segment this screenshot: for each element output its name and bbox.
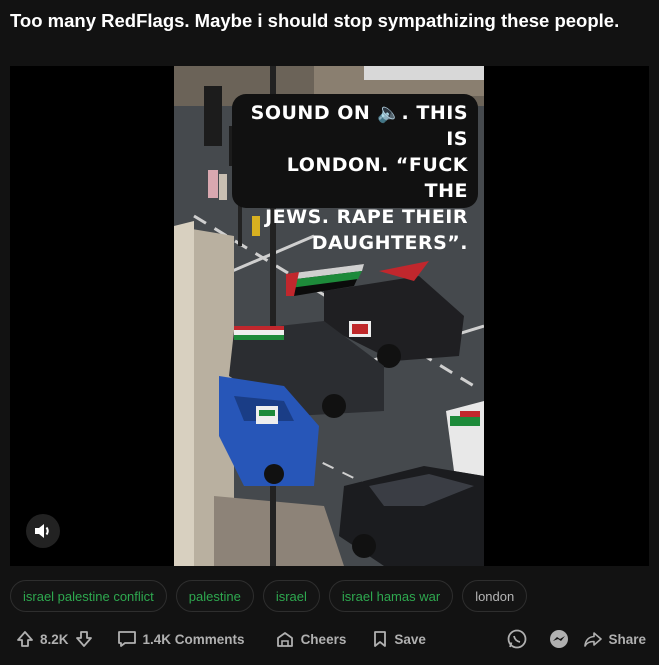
tag-chip[interactable]: israel palestine conflict [10,580,167,612]
video-frame[interactable]: SOUND ON 🔈. THIS IS LONDON. “FUCK THE JE… [174,66,484,566]
tag-chip[interactable]: london [462,580,528,612]
speaker-icon [35,524,49,538]
action-bar: 8.2K 1.4K Comments Cheers Save Share [16,626,646,652]
whatsapp-icon[interactable] [506,628,528,650]
save-button[interactable]: Save [372,630,426,648]
caption-line: JEWS. RAPE THEIR [265,206,468,228]
caption-line: LONDON. “FUCK THE [286,154,468,202]
cheers-button[interactable]: Cheers [275,630,347,648]
caption-line: SOUND ON 🔈. THIS IS [250,102,468,150]
messenger-icon[interactable] [548,628,570,650]
comments-button[interactable]: 1.4K Comments [117,630,245,648]
cheers-label: Cheers [300,631,347,647]
downvote-icon[interactable] [75,630,93,648]
tag-list: israel palestine conflict palestine isra… [10,580,528,614]
tag-chip[interactable]: israel [262,580,320,612]
vote-count: 8.2K [40,631,69,647]
cheers-icon [276,632,293,647]
vote-group: 8.2K [16,630,93,648]
save-label: Save [394,631,426,647]
share-arrow-icon [584,632,603,647]
comment-icon [117,631,136,647]
caption-line: DAUGHTERS”. [311,232,468,254]
tag-chip[interactable]: palestine [175,580,254,612]
video-player[interactable]: SOUND ON 🔈. THIS IS LONDON. “FUCK THE JE… [10,66,649,566]
bookmark-icon [374,631,387,647]
mute-toggle-button[interactable] [26,514,60,548]
tag-chip[interactable]: israel hamas war [328,580,454,612]
upvote-icon[interactable] [16,630,34,648]
comments-label: 1.4K Comments [142,631,245,647]
share-button[interactable]: Share [584,631,646,647]
share-label: Share [608,631,646,647]
post-title: Too many RedFlags. Maybe i should stop s… [10,10,620,31]
video-caption: SOUND ON 🔈. THIS IS LONDON. “FUCK THE JE… [232,94,478,254]
